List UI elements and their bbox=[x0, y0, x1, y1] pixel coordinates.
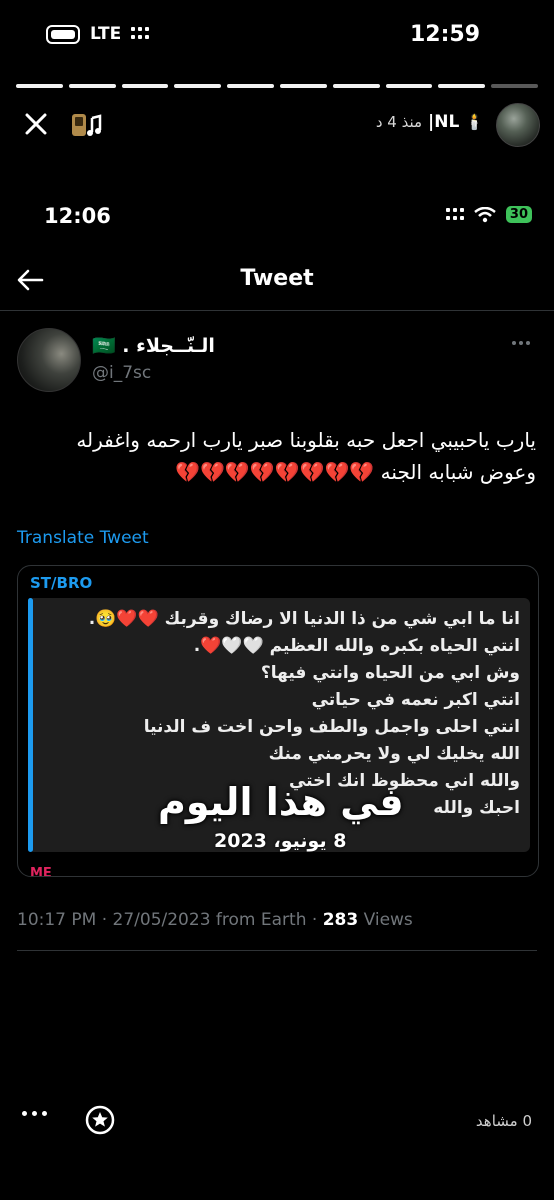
quote-footer: ME bbox=[30, 866, 52, 877]
story-views[interactable]: 0 مشاهد bbox=[476, 1112, 532, 1130]
highlight-star-icon[interactable] bbox=[84, 1104, 116, 1136]
story-progress-segment bbox=[227, 84, 274, 88]
story-progress-segment bbox=[121, 84, 169, 88]
quote-line: انتي الحياه بكبره والله العظيم 🤍🤍❤️. bbox=[193, 636, 520, 656]
tweet-text-line: وعوض شبابه الجنه 💔💔💔💔💔💔💔💔 bbox=[175, 460, 536, 484]
tweet-meta: 10:17 PM · 27/05/2023 from Earth · 283 V… bbox=[17, 910, 413, 930]
tweet-timestamp: 10:17 PM · 27/05/2023 from Earth · bbox=[17, 910, 323, 930]
quote-line: الله يخليك لي ولا يحرمني منك bbox=[268, 744, 520, 764]
on-this-day-date: 8 يونيو، 2023 bbox=[214, 830, 347, 852]
story-progress-segment bbox=[68, 84, 116, 88]
tweet-text: يارب ياحبيبي اجعل حبه بقلوبنا صبر يارب ا… bbox=[16, 424, 536, 488]
wifi-icon bbox=[474, 206, 496, 222]
story-progress bbox=[16, 84, 538, 88]
author-avatar[interactable] bbox=[17, 328, 81, 392]
author-name-text: الـنّــجلاء . bbox=[122, 335, 215, 357]
quote-line: وش ابي من الحياه وانتي فيها؟ bbox=[260, 663, 520, 683]
story-username: NL| bbox=[428, 112, 460, 132]
page-title: Tweet bbox=[240, 266, 314, 291]
signal-icon bbox=[131, 27, 150, 41]
author-handle[interactable]: @i_7sc bbox=[92, 363, 151, 383]
more-options-icon[interactable] bbox=[512, 338, 534, 348]
story-progress-segment bbox=[279, 84, 327, 88]
tweet-views-label: Views bbox=[358, 910, 413, 930]
meta-divider bbox=[17, 950, 537, 951]
author-name[interactable]: الـنّــجلاء . 🇸🇦 bbox=[92, 334, 215, 357]
quote-line: انتي اكبر نعمه في حياتي bbox=[311, 690, 520, 710]
translate-tweet-link[interactable]: Translate Tweet bbox=[17, 528, 149, 548]
quote-line: انتي احلى واجمل والطف واحن اخت ف الدنيا bbox=[143, 717, 520, 737]
header-divider bbox=[0, 310, 554, 311]
candle-icon: 🕯️ bbox=[465, 113, 484, 131]
story-progress-segment bbox=[491, 84, 538, 88]
story-user[interactable]: 🕯️ NL| منذ 4 د bbox=[376, 112, 484, 132]
quote-accent-bar bbox=[28, 598, 33, 852]
inner-battery: 30 bbox=[505, 206, 532, 223]
quote-line: انا ما ابي شي من ذا الدنيا الا رضاك وقرب… bbox=[88, 609, 520, 629]
inner-signal-icon bbox=[445, 207, 464, 222]
quoted-tweet-card[interactable]: ST/BRO انا ما ابي شي من ذا الدنيا الا رض… bbox=[17, 565, 539, 877]
tweet-text-line: يارب ياحبيبي اجعل حبه بقلوبنا صبر يارب ا… bbox=[76, 428, 536, 452]
story-progress-segment bbox=[438, 84, 486, 88]
quote-author: ST/BRO bbox=[30, 574, 93, 592]
inner-status-time: 12:06 bbox=[44, 204, 111, 228]
close-icon[interactable] bbox=[22, 110, 50, 138]
story-progress-segment bbox=[385, 84, 433, 88]
story-progress-segment bbox=[174, 84, 222, 88]
inner-status-icons: 30 bbox=[445, 206, 532, 223]
story-progress-segment bbox=[332, 84, 380, 88]
tweet-views-count: 283 bbox=[322, 910, 359, 930]
quote-message-box: انا ما ابي شي من ذا الدنيا الا رضاك وقرب… bbox=[28, 598, 530, 852]
status-time: 12:59 bbox=[409, 22, 480, 47]
flag-icon: 🇸🇦 bbox=[92, 335, 116, 357]
story-avatar[interactable] bbox=[496, 103, 540, 147]
battery-icon bbox=[46, 24, 80, 44]
story-progress-segment bbox=[16, 84, 63, 88]
more-icon[interactable] bbox=[22, 1111, 47, 1116]
network-label: LTE bbox=[90, 24, 122, 44]
on-this-day-title: في هذا اليوم bbox=[158, 780, 404, 824]
story-time-ago: منذ 4 د bbox=[375, 113, 423, 131]
music-sticker-icon[interactable] bbox=[70, 112, 104, 140]
status-bar-left: LTE bbox=[46, 24, 150, 44]
